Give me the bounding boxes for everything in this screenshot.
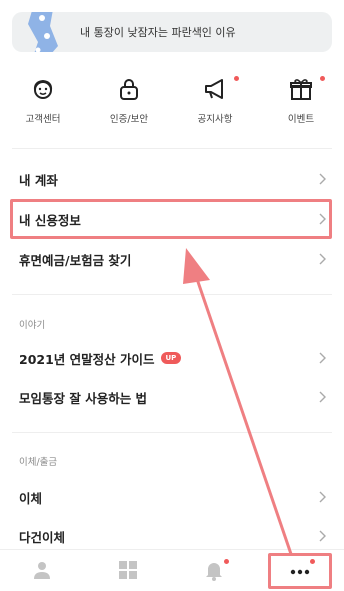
menu-label: 휴면예금/보험금 찾기 [19,252,132,268]
menu-label: 다건이체 [19,529,66,545]
notice-dot [234,76,239,81]
quick-auth-security[interactable]: 인증/보안 [86,72,172,132]
menu-label: 내 계좌 [19,172,58,188]
chevron-right-icon [319,173,326,185]
bell-notification-dot [224,559,229,564]
chevron-right-icon [319,491,326,503]
menu-my-credit[interactable]: 내 신용정보 [0,199,344,239]
quick-label-event: 이벤트 [287,114,315,125]
menu-label: 2021년 연말정산 가이드 [19,351,155,367]
gift-icon [290,79,312,100]
banner-text: 내 통장이 낮잠자는 파란색인 이유 [80,26,236,39]
bottom-tab-bar [0,549,344,591]
quick-customer-center[interactable]: 고객센터 [0,72,86,132]
chevron-right-icon [319,391,326,403]
chevron-right-icon [319,352,326,364]
up-badge: UP [160,352,182,364]
quick-label-notice: 공지사항 [197,114,233,125]
divider [12,148,332,149]
section-label-story: 이야기 [19,320,46,331]
more-notification-dot [310,559,315,564]
grid-icon[interactable] [116,558,140,582]
menu-label: 내 신용정보 [19,212,81,228]
chevron-right-icon [319,213,326,225]
menu-my-account[interactable]: 내 계좌 [0,159,344,199]
bell-icon[interactable] [202,558,226,582]
event-dot [320,76,325,81]
quick-event[interactable]: 이벤트 [258,72,344,132]
promo-banner[interactable]: 내 통장이 낮잠자는 파란색인 이유 [12,12,332,52]
banner-illustration [28,12,58,52]
megaphone-icon [205,79,223,99]
quick-label-customer-center: 고객센터 [25,114,61,125]
chevron-right-icon [319,530,326,542]
menu-label: 이체 [19,490,43,506]
menu-group-account[interactable]: 모임통장 잘 사용하는 법 [0,377,344,417]
menu-dormant-deposit[interactable]: 휴면예금/보험금 찾기 [0,239,344,279]
menu-label: 모임통장 잘 사용하는 법 [19,390,148,406]
person-icon[interactable] [30,558,54,582]
menu-transfer[interactable]: 이체 [0,477,344,517]
divider [12,432,332,433]
section-label-transfer: 이체/출금 [19,457,58,468]
quick-label-auth-security: 인증/보안 [109,114,149,125]
chevron-right-icon [319,253,326,265]
more-dots-icon[interactable] [288,558,312,582]
menu-tax-guide[interactable]: 2021년 연말정산 가이드 UP [0,338,344,378]
quick-menu: 고객센터 인증/보안 공지사항 이벤트 [0,72,344,132]
divider [12,294,332,295]
customer-center-icon [33,79,53,99]
lock-icon [120,79,138,100]
quick-notice[interactable]: 공지사항 [172,72,258,132]
